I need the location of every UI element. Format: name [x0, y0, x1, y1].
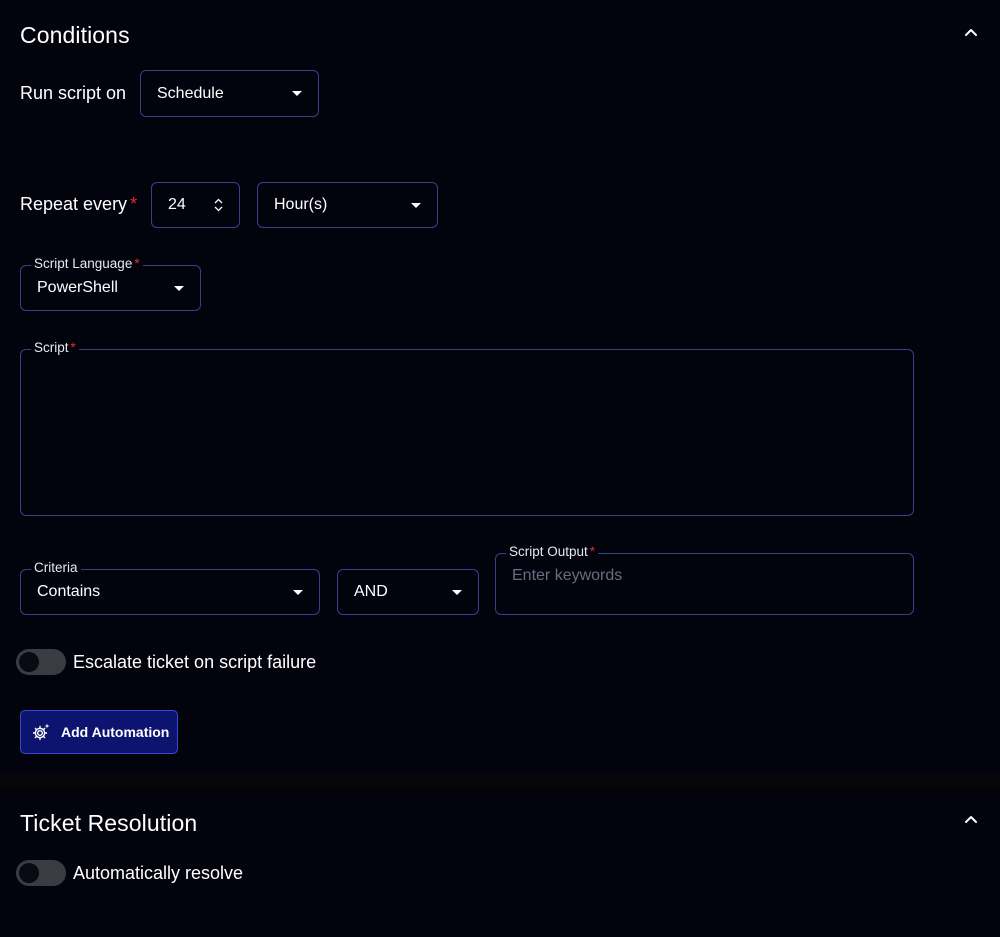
section-divider	[0, 772, 1000, 790]
script-language-label: Script Language *	[31, 255, 143, 273]
criteria-value: Contains	[37, 583, 101, 600]
gear-sparkle-icon	[32, 723, 50, 741]
conditions-collapse-button[interactable]	[962, 23, 980, 41]
ticket-resolution-title: Ticket Resolution	[20, 810, 198, 836]
script-label: Script *	[31, 339, 79, 357]
script-textarea[interactable]: Script *	[20, 339, 914, 516]
script-language-select[interactable]: Script Language * PowerShell	[20, 255, 201, 311]
caret-down-icon	[293, 589, 303, 595]
caret-down-icon	[411, 202, 421, 208]
repeat-interval-value: 24	[168, 196, 186, 213]
repeat-every-label: Repeat every *	[20, 194, 137, 215]
auto-resolve-toggle[interactable]	[16, 860, 66, 886]
repeat-interval-input[interactable]: 24	[151, 182, 240, 228]
toggle-knob	[19, 652, 39, 672]
escalate-toggle-row: Escalate ticket on script failure	[16, 649, 316, 675]
script-language-value: PowerShell	[37, 279, 118, 296]
script-output-placeholder: Enter keywords	[512, 567, 623, 584]
caret-down-icon	[452, 589, 462, 595]
repeat-every-text: Repeat every	[20, 194, 128, 214]
logical-operator-value: AND	[354, 583, 388, 600]
script-output-input[interactable]: Script Output * Enter keywords	[495, 543, 914, 615]
chevron-up-icon	[965, 816, 977, 823]
automation-settings-page: Conditions Run script on Schedule Repeat…	[0, 0, 1000, 937]
run-script-value: Schedule	[157, 84, 224, 102]
criteria-select[interactable]: Criteria Contains	[20, 559, 320, 615]
conditions-section: Conditions Run script on Schedule Repeat…	[0, 0, 1000, 772]
required-marker: *	[130, 194, 138, 214]
run-script-select[interactable]: Schedule	[140, 70, 319, 117]
stepper-icon[interactable]	[214, 198, 223, 212]
caret-down-icon	[292, 91, 302, 96]
repeat-unit-select[interactable]: Hour(s)	[257, 182, 438, 228]
criteria-label: Criteria	[31, 559, 81, 577]
conditions-title: Conditions	[20, 22, 130, 48]
escalate-toggle-label: Escalate ticket on script failure	[73, 651, 317, 672]
repeat-unit-value: Hour(s)	[274, 196, 328, 213]
add-automation-label: Add Automation	[61, 724, 170, 740]
add-automation-button[interactable]: Add Automation	[20, 710, 178, 754]
auto-resolve-toggle-label: Automatically resolve	[73, 862, 244, 883]
logical-operator-select[interactable]: AND	[337, 569, 479, 615]
toggle-knob	[19, 863, 39, 883]
ticket-resolution-section: Ticket Resolution Automatically resolve	[0, 790, 1000, 937]
ticket-resolution-collapse-button[interactable]	[962, 810, 980, 828]
run-script-label: Run script on	[20, 83, 127, 103]
script-output-label: Script Output *	[506, 543, 599, 561]
caret-down-icon	[174, 285, 184, 291]
auto-resolve-toggle-row: Automatically resolve	[16, 860, 243, 886]
escalate-toggle[interactable]	[16, 649, 66, 675]
chevron-up-icon	[965, 29, 977, 36]
